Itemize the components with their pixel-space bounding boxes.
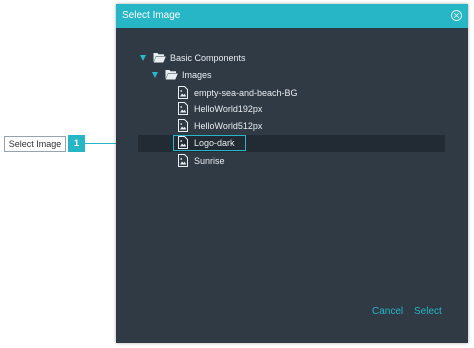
tree-file-empty-sea-and-beach-bg[interactable]: empty-sea-and-beach-BG <box>178 85 378 101</box>
select-button[interactable]: Select <box>414 306 442 318</box>
dialog-title: Select Image <box>122 10 181 21</box>
tree-file-label: HelloWorld192px <box>194 104 263 114</box>
image-file-icon <box>178 102 188 115</box>
tree-file-helloworld512px[interactable]: HelloWorld512px <box>178 118 378 134</box>
tree-file-helloworld192px[interactable]: HelloWorld192px <box>178 101 378 117</box>
tree-file-label: HelloWorld512px <box>194 121 263 131</box>
expand-caret-icon[interactable] <box>140 55 146 61</box>
callout-label: Select Image <box>4 136 66 152</box>
dialog-titlebar: Select Image <box>116 4 468 28</box>
image-file-icon <box>178 154 188 167</box>
image-file-icon <box>178 86 188 99</box>
cancel-button[interactable]: Cancel <box>372 306 403 318</box>
tree-file-sunrise[interactable]: Sunrise <box>178 153 378 169</box>
expand-caret-icon[interactable] <box>152 72 158 78</box>
tree-file-label: Sunrise <box>194 156 225 166</box>
folder-open-icon <box>165 70 178 80</box>
screenshot-stage: Select Image 1 Select Image Basic Compon… <box>0 0 474 348</box>
folder-open-icon <box>153 53 166 63</box>
close-icon[interactable] <box>451 10 462 21</box>
tree-item-label: Basic Components <box>170 53 246 63</box>
tree-item-basic-components[interactable]: Basic Components <box>140 50 340 66</box>
image-file-icon <box>178 119 188 132</box>
selection-highlight-box <box>173 135 246 151</box>
tree-item-images[interactable]: Images <box>152 67 352 83</box>
callout-number-badge: 1 <box>68 135 85 152</box>
tree-file-label: empty-sea-and-beach-BG <box>194 88 298 98</box>
tree-item-label: Images <box>182 70 212 80</box>
